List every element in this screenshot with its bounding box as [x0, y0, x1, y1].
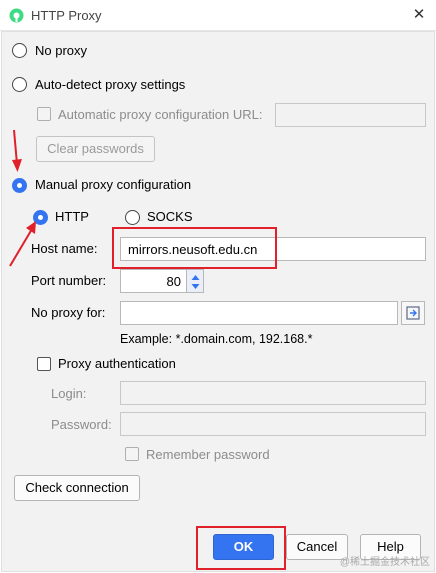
arrow-to-manual: [12, 129, 22, 172]
annotation-arrows: [9, 129, 36, 267]
watermark: @稀土掘金技术社区: [339, 557, 430, 568]
arrow-to-http: [9, 221, 36, 267]
